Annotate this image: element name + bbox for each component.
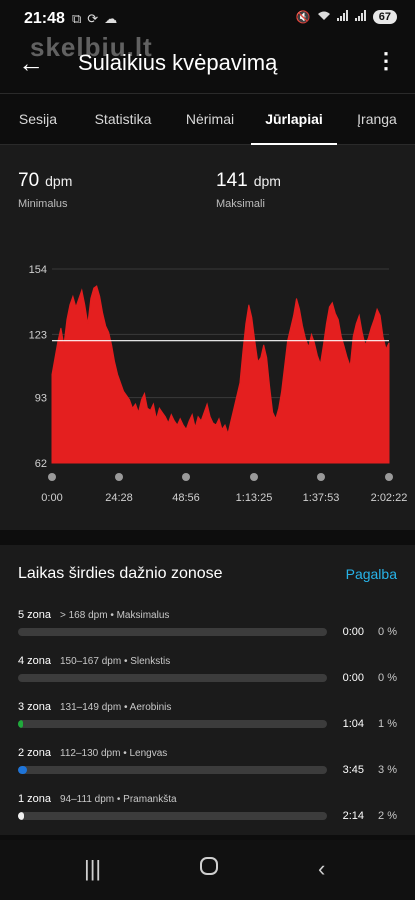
zone-progress-track — [18, 628, 327, 636]
zone-time: 0:00 — [342, 672, 364, 684]
x-tick-label: 2:02:22 — [371, 492, 408, 504]
x-tick-dot — [385, 473, 393, 481]
x-tick-label: 1:37:53 — [303, 492, 340, 504]
tab-nerimai[interactable]: Nėrimai — [172, 94, 248, 144]
min-label: Minimalus — [18, 198, 68, 210]
x-tick-label: 24:28 — [105, 492, 133, 504]
x-tick-dot — [48, 473, 56, 481]
sync-icon: ⟳ — [87, 11, 99, 26]
x-tick-dot — [250, 473, 258, 481]
system-nav-bar: ||| ‹ — [0, 840, 415, 900]
zone-time: 2:14 — [342, 810, 364, 822]
zone-progress-fill — [18, 720, 23, 728]
y-tick-label: 93 — [35, 393, 47, 405]
zone-percent: 0 % — [378, 672, 397, 684]
max-heart-rate: 141 dpm Maksimali — [216, 170, 281, 210]
page-title: Sulaikius kvėpavimą — [78, 50, 278, 75]
more-options-icon[interactable]: ⋮ — [375, 48, 397, 74]
zone-percent: 1 % — [378, 718, 397, 730]
heart-rate-area — [51, 285, 390, 464]
zone-4-row: 4 zona 150–167 dpm • Slenkstis 0:00 0 % — [0, 655, 415, 695]
zone-time: 1:04 — [342, 718, 364, 730]
home-icon[interactable] — [199, 856, 219, 882]
battery-indicator: 67 — [372, 10, 397, 24]
zone-name: 4 zona — [18, 655, 52, 667]
wifi-icon — [317, 10, 331, 24]
tab-iranga[interactable]: Įranga — [346, 94, 408, 144]
min-unit: dpm — [45, 173, 73, 189]
zone-2-row: 2 zona 112–130 dpm • Lengvas 3:45 3 % — [0, 747, 415, 787]
zone-time: 3:45 — [342, 764, 364, 776]
recent-apps-icon[interactable]: ||| — [84, 856, 101, 882]
y-tick-label: 154 — [29, 264, 47, 276]
x-tick-dot — [182, 473, 190, 481]
zone-progress-fill — [18, 766, 28, 774]
heart-rate-zones-card: Laikas širdies dažnio zonose Pagalba 5 z… — [0, 545, 415, 835]
min-value: 70 — [18, 170, 40, 191]
x-tick-label: 0:00 — [41, 492, 62, 504]
zone-name: 5 zona — [18, 609, 52, 621]
zone-progress-fill — [18, 812, 25, 820]
zone-percent: 0 % — [378, 626, 397, 638]
mute-icon: 🔇 — [295, 10, 311, 24]
zone-percent: 3 % — [378, 764, 397, 776]
zone-progress-track — [18, 812, 327, 820]
max-unit: dpm — [253, 173, 281, 189]
zone-range: 131–149 dpm • Aerobinis — [60, 702, 172, 713]
screenshot-icon: ⧉ — [72, 11, 82, 26]
zone-range: 94–111 dpm • Pramankšta — [60, 794, 177, 805]
x-tick-dot — [115, 473, 123, 481]
tab-jurlapiai[interactable]: Jūrlapiai — [251, 94, 337, 145]
zone-progress-track — [18, 766, 327, 774]
zone-percent: 2 % — [378, 810, 397, 822]
zone-name: 1 zona — [18, 793, 52, 805]
zone-name: 3 zona — [18, 701, 52, 713]
zones-title: Laikas širdies dažnio zonose — [18, 565, 223, 582]
tab-statistika[interactable]: Statistika — [84, 94, 162, 144]
cloud-icon: ☁ — [104, 11, 118, 26]
signal-icon — [336, 10, 349, 24]
min-heart-rate: 70 dpm Minimalus — [18, 170, 72, 210]
x-tick-label: 48:56 — [172, 492, 200, 504]
status-time: 21:48 — [24, 10, 65, 27]
zone-progress-track — [18, 720, 327, 728]
zone-range: > 168 dpm • Maksimalus — [60, 610, 170, 621]
app-bar: ← Sulaikius kvėpavimą ⋮ — [0, 40, 415, 92]
max-value: 141 — [216, 170, 248, 191]
back-icon[interactable]: ‹ — [318, 856, 325, 882]
signal-icon — [354, 10, 367, 24]
help-link[interactable]: Pagalba — [346, 566, 397, 582]
tab-sesija[interactable]: Sesija — [0, 94, 76, 144]
heart-rate-chart[interactable]: 154 123 93 62 0:00 24:28 48:56 1:13:25 1:37:53 2:… — [0, 255, 415, 510]
zone-progress-track — [18, 674, 327, 682]
zone-range: 150–167 dpm • Slenkstis — [60, 656, 171, 667]
x-tick-dot — [317, 473, 325, 481]
zone-range: 112–130 dpm • Lengvas — [60, 748, 168, 759]
y-tick-label: 62 — [35, 458, 47, 470]
y-tick-label: 123 — [29, 329, 47, 341]
tab-bar: Sesija Statistika Nėrimai Jūrlapiai Įran… — [0, 93, 415, 145]
zone-1-row: 1 zona 94–111 dpm • Pramankšta 2:14 2 % — [0, 793, 415, 833]
x-tick-label: 1:13:25 — [236, 492, 273, 504]
zone-5-row: 5 zona > 168 dpm • Maksimalus 0:00 0 % — [0, 609, 415, 649]
zone-3-row: 3 zona 131–149 dpm • Aerobinis 1:04 1 % — [0, 701, 415, 741]
zone-time: 0:00 — [342, 626, 364, 638]
back-arrow-icon[interactable]: ← — [18, 48, 44, 79]
max-label: Maksimali — [216, 198, 265, 210]
zone-name: 2 zona — [18, 747, 52, 759]
